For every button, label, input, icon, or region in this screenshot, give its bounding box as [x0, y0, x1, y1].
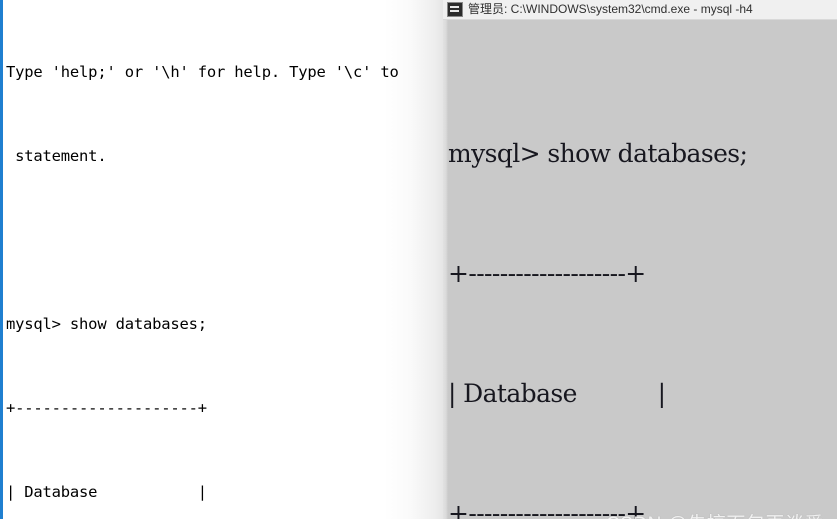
console-line: +--------------------+: [448, 259, 646, 288]
cmd-console-surface[interactable]: mysql> show databases; +----------------…: [443, 20, 837, 519]
left-edge-accent-bar: [0, 0, 3, 519]
terminal-line-command: mysql> show databases;: [6, 315, 207, 333]
window-title: 管理员: C:\WINDOWS\system32\cmd.exe - mysql…: [468, 1, 753, 16]
terminal-line: statement.: [6, 147, 107, 165]
window-titlebar[interactable]: 管理员: C:\WINDOWS\system32\cmd.exe - mysql…: [443, 0, 837, 20]
console-line-command: mysql> show databases;: [448, 139, 748, 168]
left-terminal-panel[interactable]: Type 'help;' or '\h' for help. Type '\c'…: [0, 0, 443, 519]
left-terminal-output: Type 'help;' or '\h' for help. Type '\c'…: [6, 2, 436, 519]
terminal-line: +--------------------+: [6, 399, 207, 417]
cmd-console-output: mysql> show databases; +----------------…: [448, 54, 837, 519]
terminal-line: Type 'help;' or '\h' for help. Type '\c'…: [6, 63, 399, 81]
screenshot-root: Type 'help;' or '\h' for help. Type '\c'…: [0, 0, 837, 519]
console-line-header: | Database |: [448, 379, 666, 408]
cmd-window[interactable]: 管理员: C:\WINDOWS\system32\cmd.exe - mysql…: [443, 0, 837, 519]
console-line: +--------------------+: [448, 499, 646, 519]
terminal-line-header: | Database |: [6, 483, 207, 501]
cmd-console-icon: [447, 2, 463, 17]
